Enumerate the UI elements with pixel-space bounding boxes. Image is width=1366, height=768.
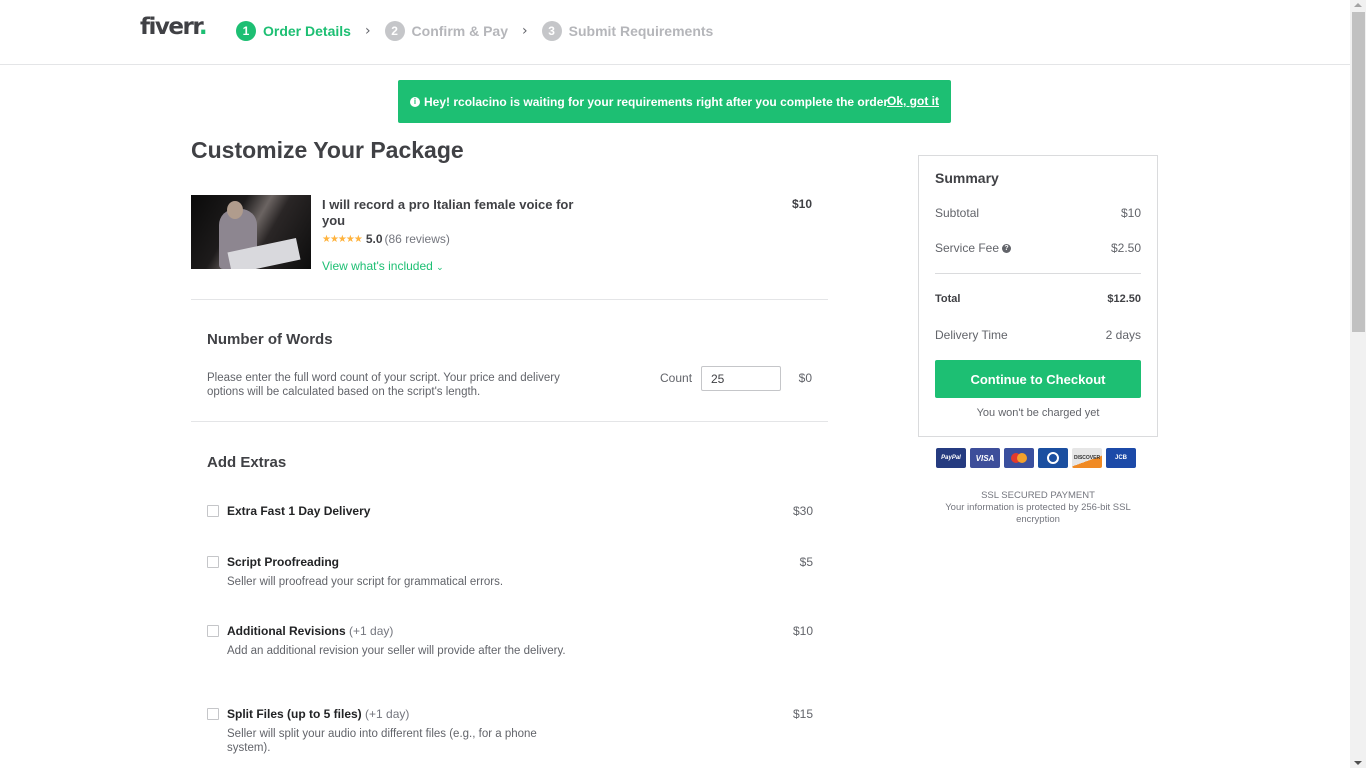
step-number-2: 2 <box>384 21 405 41</box>
gig-title: I will record a pro Italian female voice… <box>322 197 574 228</box>
extra-price: $30 <box>792 504 813 518</box>
step-number-3: 3 <box>541 21 562 41</box>
extra-days: (+1 day) <box>365 707 410 721</box>
extra-price: $10 <box>792 624 813 638</box>
extra-name: Script Proofreading <box>227 555 340 569</box>
service-fee-label: Service Fee <box>935 241 1000 255</box>
extra-checkbox[interactable] <box>207 625 219 637</box>
gig-overview: I will record a pro Italian female voice… <box>191 195 828 299</box>
step-number-1: 1 <box>236 21 256 41</box>
step-label: Submit Requirements <box>568 23 714 39</box>
step-submit-requirements: 3 Submit Requirements <box>541 21 714 41</box>
step-label: Confirm & Pay <box>411 23 509 39</box>
step-order-details: 1 Order Details <box>236 21 351 41</box>
service-fee-value: $2.50 <box>1110 241 1141 255</box>
extra-days: (+1 day) <box>349 624 394 638</box>
delivery-time-row: Delivery Time 2 days <box>935 328 1141 342</box>
view-included-label: View what's included <box>322 259 433 273</box>
words-description: Please enter the full word count of your… <box>207 372 560 398</box>
logo-text: fiverr <box>140 14 200 40</box>
ssl-text: Your information is protected by 256-bit… <box>945 502 1131 525</box>
extra-description: Seller will split your audio into differ… <box>227 728 537 754</box>
rating-value: 5.0 <box>365 232 383 246</box>
star-rating-icon: ★★★★★ <box>322 233 363 245</box>
step-label: Order Details <box>263 23 351 39</box>
paypal-icon: PayPal <box>936 448 966 468</box>
info-icon: i <box>410 96 420 107</box>
extra-checkbox[interactable] <box>207 505 219 517</box>
service-fee-row: Service Fee? $2.50 <box>935 241 1141 255</box>
page-scrollbar[interactable] <box>1350 0 1366 768</box>
gig-thumbnail <box>191 195 311 269</box>
chevron-right-icon: › <box>522 23 528 39</box>
step-confirm-pay: 2 Confirm & Pay <box>384 21 509 41</box>
dismiss-banner-link[interactable]: Ok, got it <box>887 94 939 108</box>
ssl-title: SSL SECURED PAYMENT <box>981 490 1095 501</box>
extra-checkbox[interactable] <box>207 708 219 720</box>
delivery-time-value: 2 days <box>1105 328 1141 342</box>
chevron-right-icon: › <box>364 23 371 39</box>
total-row: Total $12.50 <box>935 293 1141 305</box>
extra-price: $5 <box>799 555 813 569</box>
delivery-time-label: Delivery Time <box>935 328 1008 342</box>
divider <box>191 421 828 422</box>
page-title: Customize Your Package <box>191 137 464 163</box>
count-label: Count <box>660 371 693 385</box>
extra-name: Extra Fast 1 Day Delivery <box>227 504 371 518</box>
word-count-price: $0 <box>798 371 812 385</box>
banner-message: Hey! rcolacino is waiting for your requi… <box>424 94 889 109</box>
not-charged-note: You won't be charged yet <box>976 407 1100 419</box>
extra-price: $15 <box>792 707 813 721</box>
help-icon[interactable]: ? <box>1002 244 1012 254</box>
scrollbar-thumb[interactable] <box>1352 12 1365 332</box>
extra-name: Split Files (up to 5 files) (+1 day) <box>227 707 410 721</box>
requirements-banner: i Hey! rcolacino is waiting for your req… <box>398 80 951 123</box>
number-of-words-title: Number of Words <box>207 331 333 348</box>
diners-club-icon <box>1038 448 1068 468</box>
logo-dot: . <box>198 14 208 40</box>
visa-icon: VISA <box>970 448 1000 468</box>
fiverr-logo[interactable]: fiverr. <box>140 14 208 40</box>
extra-name: Additional Revisions (+1 day) <box>227 624 394 638</box>
mastercard-icon <box>1004 448 1034 468</box>
add-extras-title: Add Extras <box>207 454 287 471</box>
top-header: fiverr. 1 Order Details › 2 Confirm & Pa… <box>0 0 1350 65</box>
scroll-down-arrow-icon[interactable] <box>1354 761 1362 765</box>
discover-icon: DISCOVER <box>1072 448 1102 468</box>
extra-description: Seller will proofread your script for gr… <box>227 576 504 588</box>
checkout-steps: 1 Order Details › 2 Confirm & Pay › 3 Su… <box>236 21 713 41</box>
chevron-down-icon: ⌄ <box>436 262 444 272</box>
extra-description: Add an additional revision your seller w… <box>227 645 566 657</box>
subtotal-label: Subtotal <box>935 206 980 220</box>
extra-checkbox[interactable] <box>207 556 219 568</box>
subtotal-row: Subtotal $10 <box>935 206 1141 220</box>
total-value: $12.50 <box>1107 293 1141 305</box>
order-summary: Summary Subtotal $10 Service Fee? $2.50 … <box>918 155 1158 437</box>
payment-methods: PayPal VISA DISCOVER JCB <box>936 448 1136 468</box>
view-included-link[interactable]: View what's included ⌄ <box>322 259 444 273</box>
gig-rating: ★★★★★ 5.0 (86 reviews) <box>322 232 450 246</box>
divider <box>191 299 828 300</box>
gig-price: $10 <box>791 197 812 211</box>
divider <box>935 273 1141 274</box>
continue-to-checkout-button[interactable]: Continue to Checkout <box>935 360 1141 398</box>
ssl-notice: SSL SECURED PAYMENT Your information is … <box>928 490 1148 526</box>
jcb-icon: JCB <box>1106 448 1136 468</box>
summary-title: Summary <box>935 170 999 186</box>
subtotal-value: $10 <box>1120 206 1141 220</box>
review-count: (86 reviews) <box>384 232 450 246</box>
total-label: Total <box>935 293 961 305</box>
scroll-up-arrow-icon[interactable] <box>1354 3 1362 7</box>
word-count-input[interactable] <box>701 366 781 391</box>
